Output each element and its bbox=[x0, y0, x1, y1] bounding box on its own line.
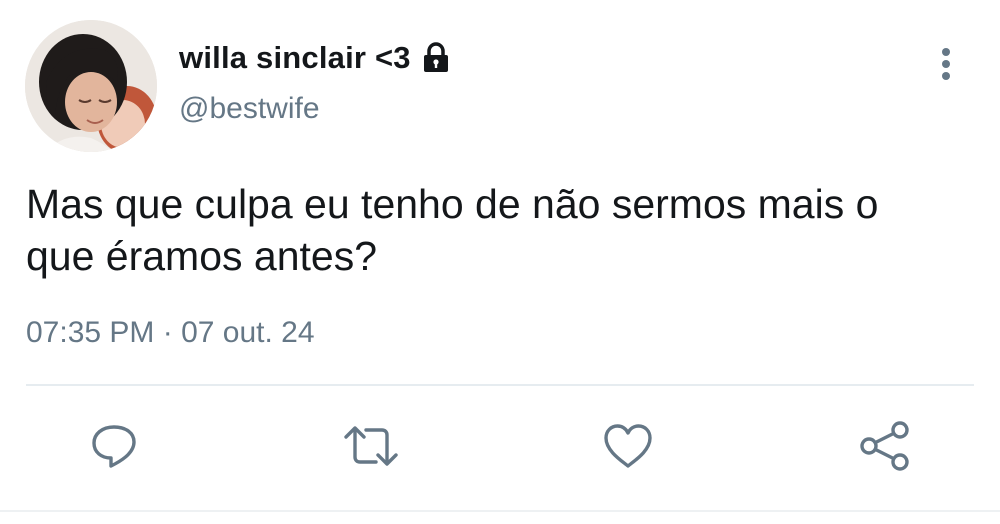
avatar[interactable] bbox=[25, 20, 157, 152]
share-icon bbox=[860, 421, 909, 471]
bottom-divider bbox=[0, 510, 1000, 512]
lock-icon bbox=[421, 42, 451, 74]
divider bbox=[26, 384, 974, 386]
more-options-icon[interactable] bbox=[934, 44, 958, 84]
reply-button[interactable] bbox=[86, 418, 142, 474]
display-name-row: willa sinclair <3 bbox=[179, 36, 451, 80]
share-button[interactable] bbox=[857, 418, 913, 474]
like-button[interactable] bbox=[600, 418, 656, 474]
retweet-icon bbox=[344, 426, 398, 466]
tweet-text: Mas que culpa eu tenho de não sermos mai… bbox=[26, 181, 879, 279]
speech-bubble-icon bbox=[92, 425, 136, 468]
tweet-timestamp[interactable]: 07:35 PM · 07 out. 24 bbox=[26, 316, 315, 350]
retweet-button[interactable] bbox=[343, 418, 399, 474]
user-handle[interactable]: @bestwife bbox=[179, 92, 320, 126]
heart-icon bbox=[604, 424, 652, 468]
display-name[interactable]: willa sinclair <3 bbox=[179, 40, 411, 76]
tweet-card: willa sinclair <3 @bestwife Mas que culp… bbox=[0, 0, 1000, 524]
profile-photo-icon bbox=[25, 20, 157, 152]
